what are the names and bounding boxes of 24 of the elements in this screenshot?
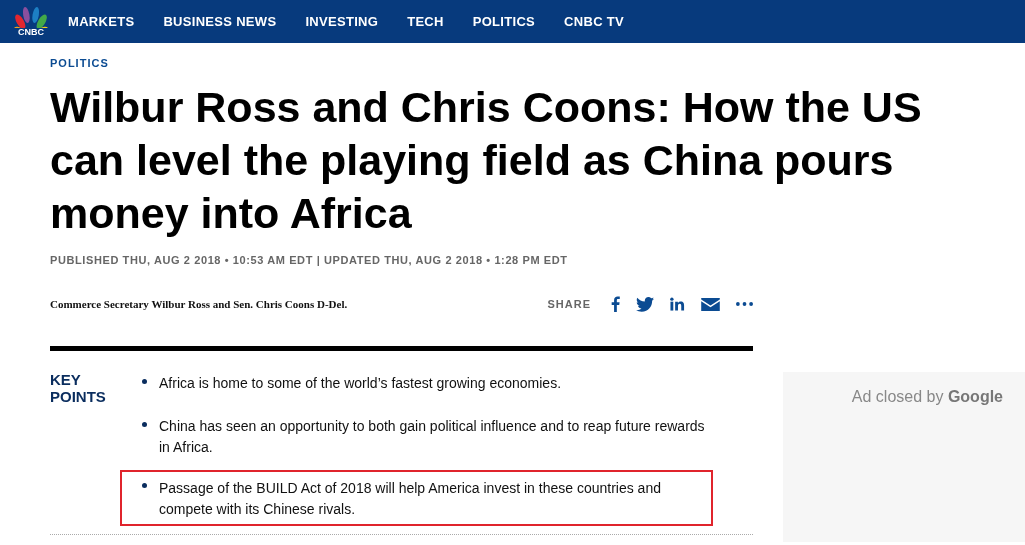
peacock-icon <box>13 6 49 28</box>
nav-link[interactable]: POLITICS <box>472 14 536 29</box>
nav-link[interactable]: CNBC TV <box>564 14 624 29</box>
ad-closed-notice: Ad closed by Google <box>851 388 1003 407</box>
nav-link[interactable]: INVESTING <box>305 14 379 29</box>
section-label[interactable]: POLITICS <box>50 57 753 69</box>
email-icon[interactable] <box>701 297 720 311</box>
nav-link[interactable]: MARKETS <box>68 14 135 29</box>
nav-link[interactable]: TECH <box>407 14 444 29</box>
share-label: SHARE <box>547 298 591 310</box>
facebook-icon[interactable] <box>611 296 620 312</box>
key-points-heading: KEY POINTS <box>50 371 107 407</box>
highlighted-key-point: Passage of the BUILD Act of 2018 will help America invest in these countries and compete with its Chinese rivals. <box>120 470 713 526</box>
headline: Wilbur Ross and Chris Coons: How the US can level the playing field as China pours money into Africa <box>50 82 923 239</box>
timestamp: PUBLISHED THU, AUG 2 2018 • 10:53 AM EDT | UPDATED THU, AUG 2 2018 • 1:28 PM EDT <box>50 254 569 266</box>
byline: Commerce Secretary Wilbur Ross and Sen. Chris Coons D-Del. <box>50 298 348 310</box>
linkedin-icon[interactable] <box>670 297 685 311</box>
logo[interactable]: CNBC <box>10 6 52 37</box>
logo-text: CNBC <box>18 28 44 37</box>
more-icon[interactable] <box>736 302 753 306</box>
key-point: Africa is home to some of the world’s fastest growing economies. <box>140 371 713 396</box>
key-point: China has seen an opportunity to both gain political influence and to reap future rewards in Africa. <box>140 414 713 460</box>
twitter-icon[interactable] <box>636 296 654 312</box>
nav-link[interactable]: BUSINESS NEWS <box>163 14 277 29</box>
